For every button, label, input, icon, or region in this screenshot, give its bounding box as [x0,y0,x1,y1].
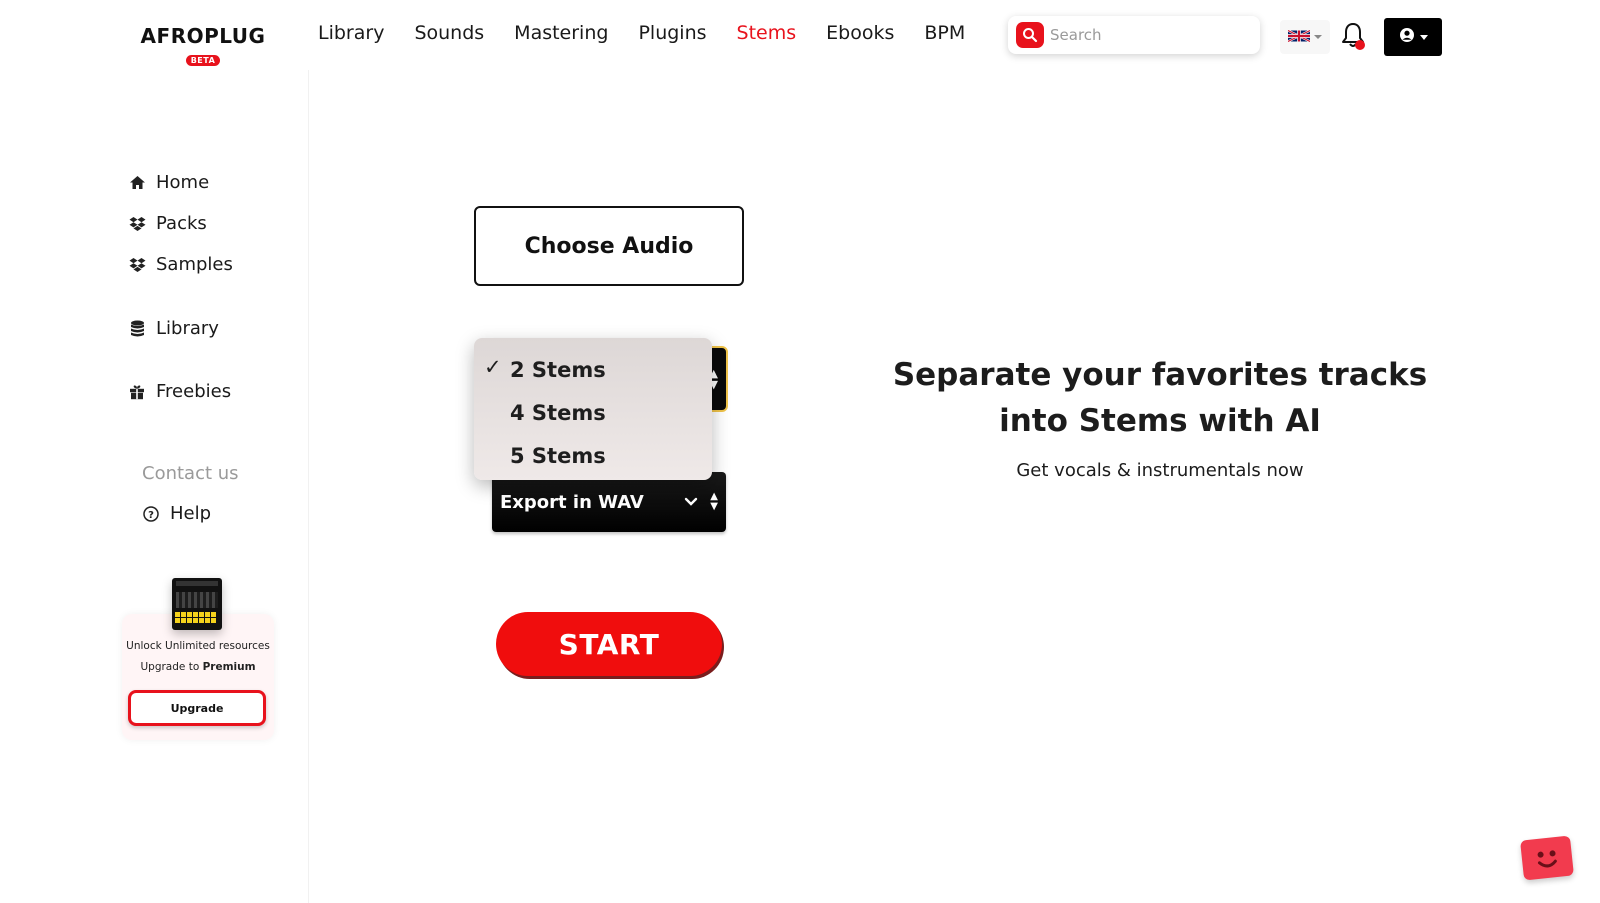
account-menu-button[interactable] [1384,18,1442,56]
stems-option-5[interactable]: 5 Stems [474,434,712,477]
nav-bpm[interactable]: BPM [924,22,965,44]
nav-plugins[interactable]: Plugins [638,22,706,44]
stems-dropdown-menu: ✓ 2 Stems 4 Stems 5 Stems [474,338,712,480]
sidebar-item-label: Library [156,318,219,339]
chevron-down-icon [1314,35,1322,39]
contact-us-link[interactable]: Contact us [142,463,239,484]
beta-badge: BETA [185,55,221,66]
nav-library[interactable]: Library [318,22,384,44]
language-selector[interactable] [1280,20,1330,54]
page-subheadline: Get vocals & instrumentals now [1016,460,1304,481]
search-bar [1008,16,1260,54]
svg-text:?: ? [148,510,154,521]
nav-sounds[interactable]: Sounds [414,22,484,44]
notifications-button[interactable] [1336,20,1370,54]
question-circle-icon: ? [142,505,160,523]
chevron-down-icon [1419,34,1428,40]
sidebar-item-label: Packs [156,213,207,234]
gift-icon [128,383,146,401]
home-icon [128,174,146,192]
promo-subtext: Upgrade to Premium [140,661,256,673]
drum-machine-image [172,578,222,630]
notification-dot [1355,40,1365,50]
sidebar-item-label: Home [156,172,210,193]
chevron-down-icon [684,492,698,511]
premium-label: Premium [202,661,256,673]
chat-widget-button[interactable] [1520,835,1574,881]
sidebar-divider [308,70,309,903]
sidebar-item-library[interactable]: Library [128,318,219,339]
sidebar-item-home[interactable]: Home [128,172,209,193]
export-format-value: Export in WAV [500,491,644,513]
database-icon [128,320,146,338]
export-format-select[interactable]: Export in WAV ▲ ▼ [492,472,726,532]
promo-text: Unlock Unlimited resources [126,640,270,652]
sidebar-item-freebies[interactable]: Freebies [128,381,231,402]
nav-stems[interactable]: Stems [737,22,797,44]
nav-ebooks[interactable]: Ebooks [826,22,894,44]
nav-mastering[interactable]: Mastering [514,22,608,44]
upgrade-button[interactable]: Upgrade [128,690,266,726]
uk-flag-icon [1287,28,1311,47]
sidebar-item-label: Samples [156,254,233,275]
sidebar-item-samples[interactable]: Samples [128,254,233,275]
search-icon[interactable] [1016,22,1044,48]
page-headline: Separate your favorites tracks into Stem… [892,357,1428,439]
brand-name: AFROPLUG [140,24,266,48]
stems-option-4[interactable]: 4 Stems [474,391,712,434]
user-circle-icon [1399,27,1415,47]
search-input[interactable] [1050,26,1240,44]
brand-logo[interactable]: AFROPLUG BETA [128,24,278,67]
help-link[interactable]: ? Help [142,503,211,524]
sidebar-item-packs[interactable]: Packs [128,213,207,234]
dropbox-icon [128,215,146,233]
select-arrows-icon: ▲ ▼ [710,491,718,512]
sidebar-item-label: Freebies [156,381,232,402]
chat-face-icon [1537,850,1557,868]
choose-audio-button[interactable]: Choose Audio [474,206,744,286]
stems-option-2[interactable]: ✓ 2 Stems [474,348,712,391]
start-button[interactable]: START [496,612,722,676]
check-icon: ✓ [484,355,502,379]
dropbox-icon [128,256,146,274]
top-navigation: Library Sounds Mastering Plugins Stems E… [318,22,995,44]
help-label: Help [170,503,212,524]
